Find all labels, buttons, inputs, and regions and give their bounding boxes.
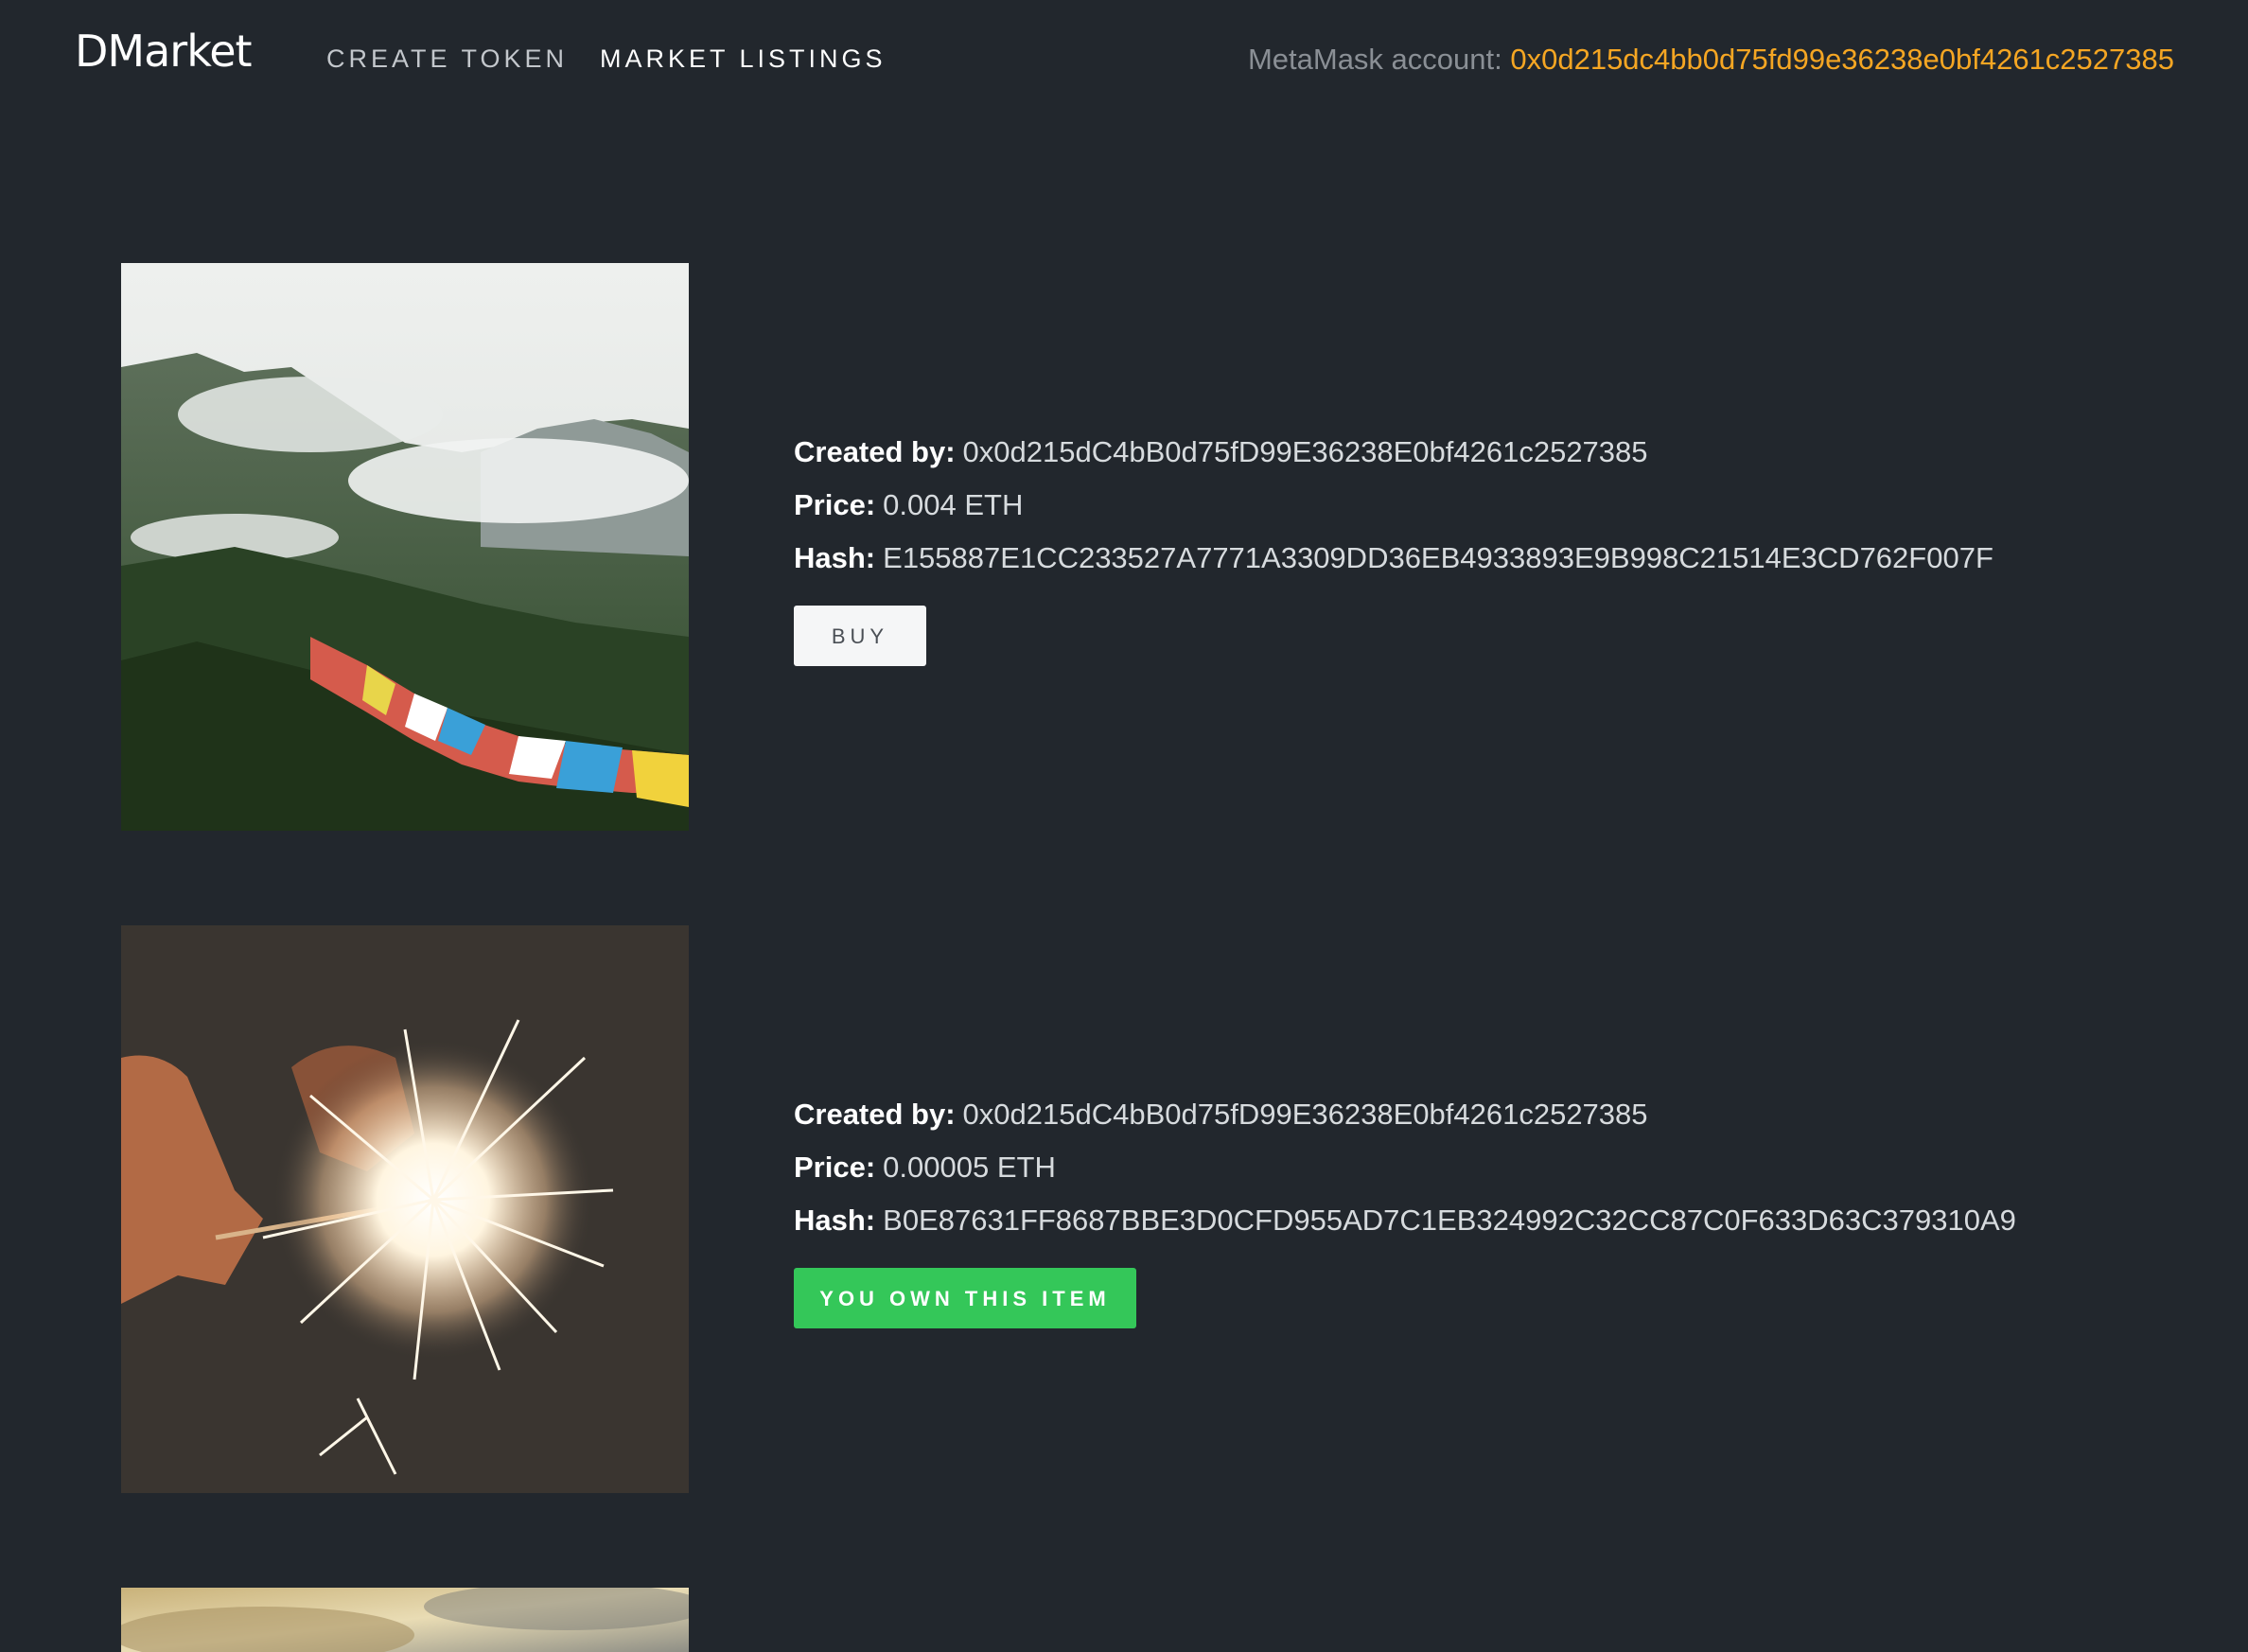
metamask-account: MetaMask account: 0x0d215dc4bb0d75fd99e3…: [1248, 42, 2174, 78]
created-by-value: 0x0d215dC4bB0d75fD99E36238E0bf4261c25273…: [962, 435, 1648, 468]
price-label: Price:: [794, 488, 876, 521]
listing-info: Created by: 0x0d215dC4bB0d75fD99E36238E0b…: [794, 1088, 2016, 1328]
listing-image-sunset: [121, 1588, 689, 1652]
listing-image-mountain: [121, 263, 689, 831]
listing-item: Created by: 0x0d215dC4bB0d75fD99E36238E0b…: [121, 263, 2108, 831]
created-by-row: Created by: 0x0d215dC4bB0d75fD99E36238E0b…: [794, 426, 1993, 479]
created-by-value: 0x0d215dC4bB0d75fD99E36238E0bf4261c25273…: [962, 1098, 1648, 1131]
buy-button[interactable]: BUY: [794, 606, 926, 666]
brand-logo[interactable]: DMarket: [75, 23, 253, 79]
you-own-this-item-button[interactable]: YOU OWN THIS ITEM: [794, 1268, 1136, 1328]
listing-item: Created by: 0x0d215dC4bB0d75fD99E36238E0b…: [121, 925, 2108, 1493]
account-address: 0x0d215dc4bb0d75fd99e36238e0bf4261c25273…: [1510, 43, 2174, 76]
navbar: DMarket CREATE TOKEN MARKET LISTINGS Met…: [0, 0, 2248, 119]
listing-image-sparkler: [121, 925, 689, 1493]
created-by-label: Created by:: [794, 435, 956, 468]
created-by-label: Created by:: [794, 1098, 956, 1131]
price-row: Price: 0.004 ETH: [794, 479, 1993, 532]
hash-value: E155887E1CC233527A7771A3309DD36EB4933893…: [883, 541, 1993, 574]
price-row: Price: 0.00005 ETH: [794, 1141, 2016, 1194]
created-by-row: Created by: 0x0d215dC4bB0d75fD99E36238E0b…: [794, 1088, 2016, 1141]
price-label: Price:: [794, 1151, 876, 1184]
hash-row: Hash: E155887E1CC233527A7771A3309DD36EB49…: [794, 532, 1993, 585]
nav-market-listings[interactable]: MARKET LISTINGS: [600, 42, 887, 76]
price-value: 0.00005 ETH: [883, 1151, 1056, 1184]
listing-info: Created by: 0x0d215dC4bB0d75fD99E36238E0b…: [794, 426, 1993, 666]
hash-label: Hash:: [794, 1204, 876, 1237]
listing-item: [121, 1588, 2108, 1652]
hash-label: Hash:: [794, 541, 876, 574]
account-label: MetaMask account:: [1247, 43, 1511, 76]
nav-create-token[interactable]: CREATE TOKEN: [326, 42, 568, 76]
price-value: 0.004 ETH: [883, 488, 1024, 521]
hash-row: Hash: B0E87631FF8687BBE3D0CFD955AD7C1EB32…: [794, 1194, 2016, 1247]
hash-value: B0E87631FF8687BBE3D0CFD955AD7C1EB324992C…: [883, 1204, 2016, 1237]
